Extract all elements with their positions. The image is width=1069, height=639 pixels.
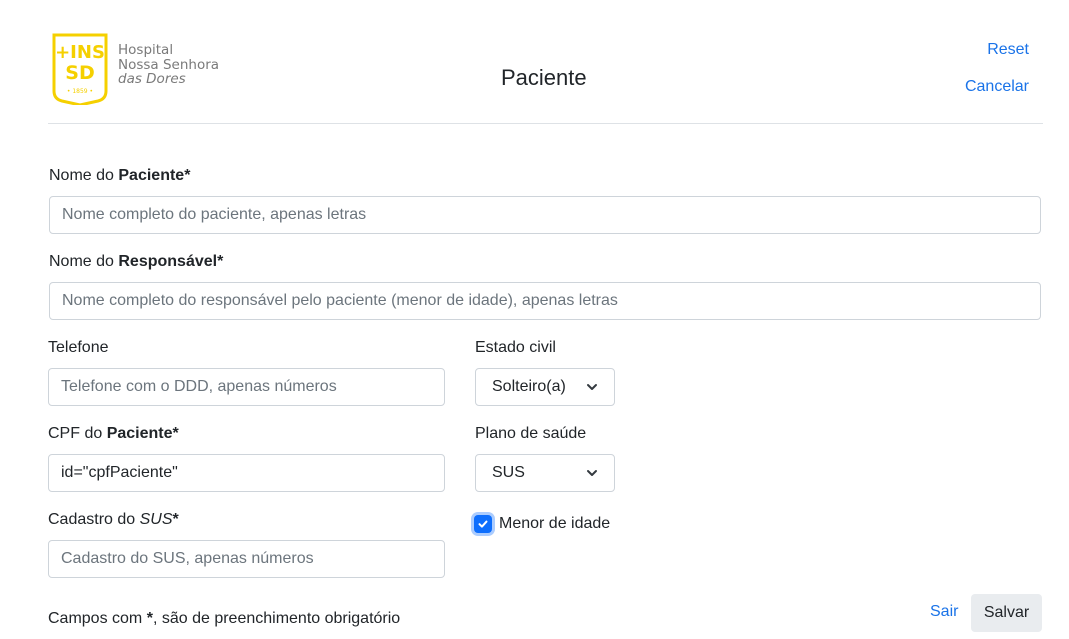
nome-responsavel-label: Nome do Responsável* bbox=[49, 253, 224, 270]
nome-responsavel-input[interactable]: Nome completo do responsável pelo pacien… bbox=[49, 282, 1041, 320]
plano-saude-select[interactable]: SUS bbox=[475, 454, 615, 492]
plano-saude-value: SUS bbox=[492, 464, 525, 481]
header-divider bbox=[48, 123, 1043, 124]
hospital-logo-emblem: +INS SD • 1859 • bbox=[52, 33, 108, 105]
reset-link[interactable]: Reset bbox=[987, 41, 1029, 59]
menor-idade-checkbox[interactable] bbox=[474, 515, 492, 533]
salvar-button[interactable]: Salvar bbox=[971, 594, 1042, 632]
required-fields-note: Campos com *, são de preenchimento obrig… bbox=[48, 610, 401, 627]
svg-text:SD: SD bbox=[65, 62, 94, 84]
hospital-logo-text: Hospital Nossa Senhora das Dores bbox=[118, 42, 220, 87]
estado-civil-value: Solteiro(a) bbox=[492, 378, 566, 395]
page-title: Paciente bbox=[501, 65, 587, 90]
sair-button[interactable]: Sair bbox=[930, 603, 958, 621]
menor-idade-label[interactable]: Menor de idade bbox=[499, 515, 610, 533]
telefone-input[interactable]: Telefone com o DDD, apenas números bbox=[48, 368, 445, 406]
estado-civil-label: Estado civil bbox=[475, 339, 556, 356]
telefone-label: Telefone bbox=[48, 339, 109, 356]
cadastro-sus-input[interactable]: Cadastro do SUS, apenas números bbox=[48, 540, 445, 578]
chevron-down-icon bbox=[587, 470, 597, 476]
nome-paciente-label: Nome do Paciente* bbox=[49, 167, 191, 184]
cpf-input[interactable]: id="cpfPaciente" bbox=[48, 454, 445, 492]
chevron-down-icon bbox=[587, 384, 597, 390]
svg-text:• 1859 •: • 1859 • bbox=[67, 88, 93, 95]
estado-civil-select[interactable]: Solteiro(a) bbox=[475, 368, 615, 406]
svg-text:+INS: +INS bbox=[55, 42, 105, 63]
hospital-logo: +INS SD • 1859 • Hospital Nossa Senhora … bbox=[52, 33, 232, 105]
plano-saude-label: Plano de saúde bbox=[475, 425, 587, 442]
checkmark-icon bbox=[478, 520, 488, 528]
cadastro-sus-label: Cadastro do SUS* bbox=[48, 511, 179, 528]
cpf-label: CPF do Paciente* bbox=[48, 425, 179, 442]
nome-paciente-input[interactable]: Nome completo do paciente, apenas letras bbox=[49, 196, 1041, 234]
cancel-link[interactable]: Cancelar bbox=[965, 78, 1029, 96]
